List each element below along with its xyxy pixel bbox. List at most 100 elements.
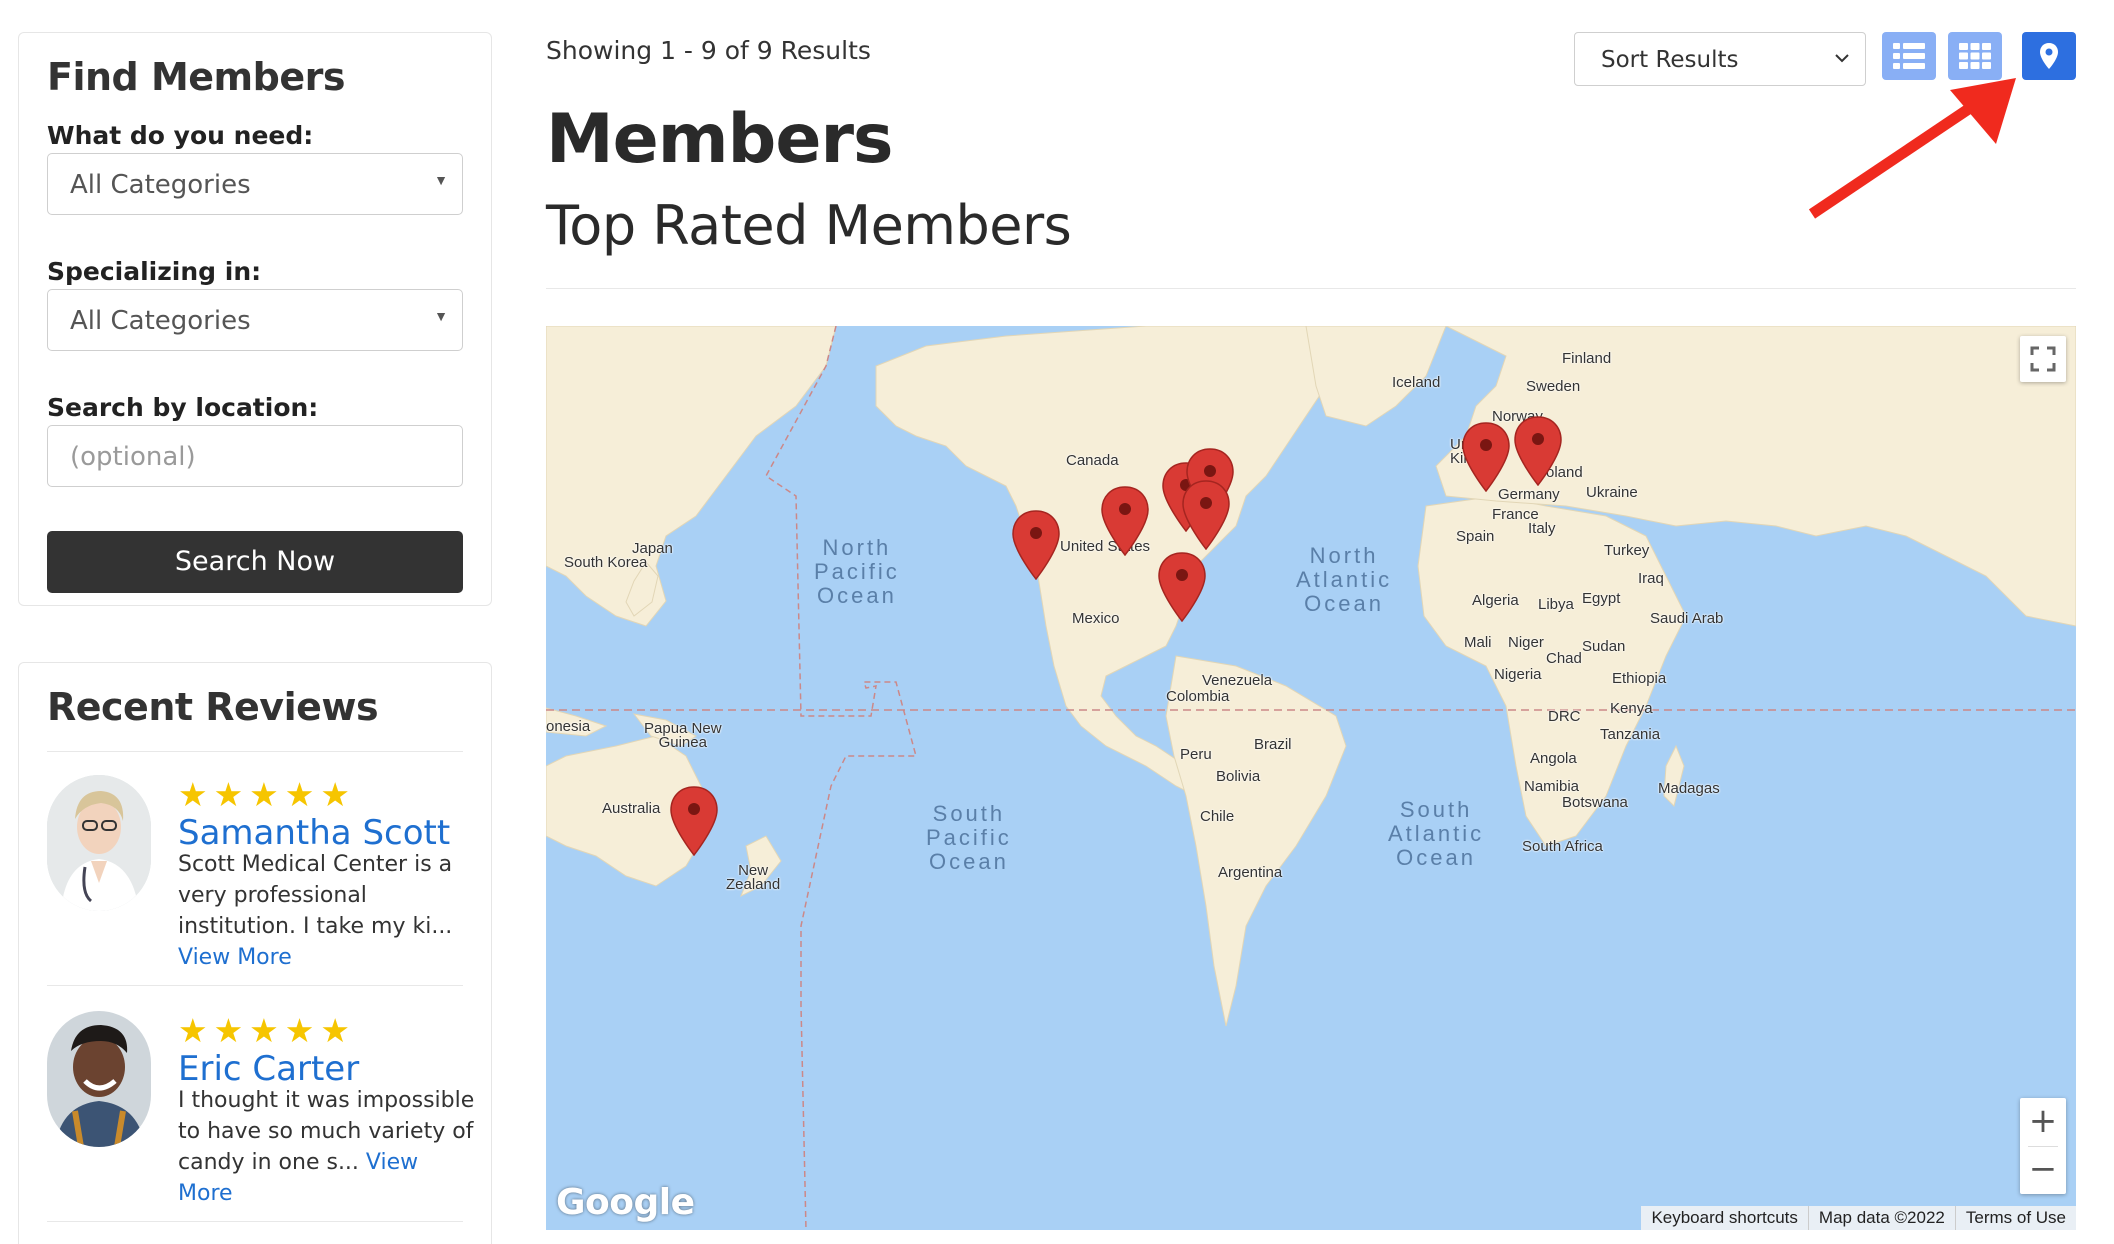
category-select-value: All Categories <box>70 170 251 200</box>
terms-of-use-link[interactable]: Terms of Use <box>1954 1206 2076 1230</box>
map-label: Colombia <box>1166 688 1230 705</box>
location-input[interactable]: (optional) <box>47 425 463 487</box>
specializing-label: Specializing in: <box>47 257 262 286</box>
caret-down-icon: ▼ <box>434 308 448 324</box>
find-members-card: Find Members What do you need: All Categ… <box>18 32 492 606</box>
map-label: Mexico <box>1072 610 1120 627</box>
map-label: Ukraine <box>1586 484 1638 501</box>
map-view-button[interactable] <box>2022 32 2076 80</box>
avatar[interactable] <box>47 1011 151 1147</box>
zoom-controls: + − <box>2020 1098 2066 1194</box>
map-label: Nigeria <box>1494 666 1542 683</box>
map-label: Madagas <box>1658 780 1720 797</box>
review-excerpt: Scott Medical Center is a very professio… <box>178 852 453 939</box>
map-label: Argentina <box>1218 864 1283 881</box>
fullscreen-button[interactable] <box>2020 336 2066 382</box>
results-count: Showing 1 - 9 of 9 Results <box>546 36 871 65</box>
search-now-button[interactable]: Search Now <box>47 531 463 593</box>
divider <box>47 985 463 986</box>
specializing-select[interactable]: All Categories ▼ <box>47 289 463 351</box>
map-label: Namibia <box>1524 778 1580 795</box>
map-label: DRC <box>1548 708 1581 725</box>
map-label: Venezuela <box>1202 672 1273 689</box>
zoom-out-button[interactable]: − <box>2020 1146 2066 1194</box>
map-label: Angola <box>1530 750 1577 767</box>
location-input-placeholder: (optional) <box>70 442 196 472</box>
what-do-you-need-label: What do you need: <box>47 121 314 150</box>
chevron-down-icon <box>1835 54 1849 63</box>
member-marker[interactable] <box>1462 422 1510 492</box>
map-footer: Keyboard shortcuts Map data ©2022 Terms … <box>1641 1206 2076 1230</box>
page-subtitle: Top Rated Members <box>546 194 1072 257</box>
member-marker[interactable] <box>1514 416 1562 486</box>
google-logo[interactable]: Google <box>556 1182 695 1223</box>
map-label: Iraq <box>1638 570 1664 587</box>
map-label: Bolivia <box>1216 768 1261 785</box>
zoom-in-button[interactable]: + <box>2020 1098 2066 1146</box>
map-pin-icon <box>2040 43 2058 69</box>
divider <box>47 1221 463 1222</box>
sort-select-value: Sort Results <box>1601 47 1739 73</box>
map-label: Niger <box>1508 634 1544 651</box>
category-select[interactable]: All Categories ▼ <box>47 153 463 215</box>
map-label: Ethiopia <box>1612 670 1667 687</box>
ocean-label: South Atlantic Ocean <box>1388 797 1485 870</box>
recent-reviews-title: Recent Reviews <box>47 685 379 729</box>
review-text: Scott Medical Center is a very professio… <box>178 849 478 973</box>
find-members-title: Find Members <box>47 55 345 99</box>
map-label: Saudi Arab <box>1650 610 1724 627</box>
divider <box>47 751 463 752</box>
members-map[interactable]: Finland Iceland Sweden Norway Uni Kingd … <box>546 326 2076 1230</box>
member-marker[interactable] <box>670 786 718 856</box>
map-label: New Zealand <box>726 862 781 893</box>
recent-reviews-card: Recent Reviews ★★★★★ Samantha Scott Scot… <box>18 662 492 1244</box>
grid-icon <box>1959 43 1991 69</box>
caret-down-icon: ▼ <box>434 172 448 188</box>
reviewer-name-link[interactable]: Samantha Scott <box>178 813 450 853</box>
red-arrow-annotation <box>1808 78 2016 219</box>
map-label: Turkey <box>1604 542 1650 559</box>
reviewer-name-link[interactable]: Eric Carter <box>178 1049 359 1089</box>
map-label: South Africa <box>1522 838 1603 855</box>
map-label: Iceland <box>1392 374 1441 391</box>
ocean-label: South Pacific Ocean <box>926 801 1012 874</box>
map-label: Algeria <box>1472 592 1519 609</box>
map-label: Mali <box>1464 634 1492 651</box>
map-label: Libya <box>1538 596 1574 613</box>
map-label: Botswana <box>1562 794 1628 811</box>
list-icon <box>1893 43 1925 69</box>
search-location-label: Search by location: <box>47 393 319 422</box>
map-label: Papua New Guinea <box>644 720 722 751</box>
ocean-label: North Atlantic Ocean <box>1296 543 1393 616</box>
rating-stars: ★★★★★ <box>178 776 356 813</box>
map-label: Peru <box>1180 746 1212 763</box>
map-label: Canada <box>1066 452 1119 469</box>
map-label: Chile <box>1200 808 1235 825</box>
map-label: Brazil <box>1254 736 1292 753</box>
keyboard-shortcuts-link[interactable]: Keyboard shortcuts <box>1641 1206 1807 1230</box>
map-label: South Korea <box>564 554 648 571</box>
member-marker[interactable] <box>1101 486 1149 556</box>
view-more-link[interactable]: View More <box>178 945 292 970</box>
specializing-select-value: All Categories <box>70 306 251 336</box>
rating-stars: ★★★★★ <box>178 1012 356 1049</box>
map-data-text: Map data ©2022 <box>1807 1206 1955 1230</box>
avatar[interactable] <box>47 775 151 911</box>
map-label: Sudan <box>1582 638 1626 655</box>
map-label: Australia <box>602 800 661 817</box>
page-title: Members <box>546 100 893 179</box>
world-map <box>546 326 2076 1230</box>
fullscreen-icon <box>2030 346 2056 372</box>
divider <box>546 288 2076 289</box>
map-label: Italy <box>1528 520 1556 537</box>
map-label: Finland <box>1562 350 1612 367</box>
map-label: Chad <box>1546 650 1582 667</box>
map-label: Spain <box>1456 528 1495 545</box>
member-marker[interactable] <box>1158 552 1206 622</box>
map-label: Sweden <box>1526 378 1581 395</box>
map-label: Kenya <box>1610 700 1653 717</box>
map-label: Tanzania <box>1600 726 1661 743</box>
member-marker[interactable] <box>1012 510 1060 580</box>
member-marker[interactable] <box>1182 480 1230 550</box>
map-label: Egypt <box>1582 590 1621 607</box>
